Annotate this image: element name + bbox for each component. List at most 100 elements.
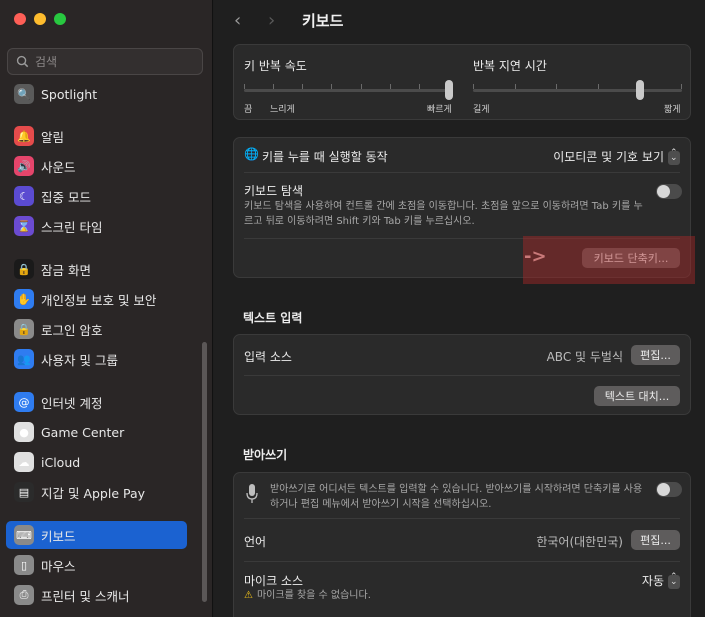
- sidebar-item-11[interactable]: ☁ iCloud: [6, 448, 187, 476]
- sidebar-item-label: 잠금 화면: [41, 262, 91, 278]
- sidebar-item-5[interactable]: 🔒 잠금 화면: [6, 255, 187, 283]
- key-repeat-min-label: 끔: [244, 105, 253, 115]
- fn-key-label: 키를 누를 때 실행할 동작: [262, 150, 388, 164]
- users-icon: 👥: [14, 349, 34, 369]
- minimize-window-button[interactable]: [34, 13, 46, 25]
- text-replacements-button[interactable]: 텍스트 대치...: [594, 386, 680, 406]
- wallet-icon: ▤: [14, 482, 34, 502]
- key-repeat-ticks: [244, 84, 449, 89]
- popup-stepper-icon: [668, 148, 680, 165]
- language-value: 한국어(대한민국): [536, 535, 623, 549]
- microphone-icon: [246, 484, 258, 503]
- sidebar-item-label: 개인정보 보호 및 보안: [41, 292, 157, 308]
- input-sources-label: 입력 소스: [244, 350, 292, 364]
- repeat-delay-ticks: [473, 84, 682, 89]
- game-center-icon: ●: [14, 422, 34, 442]
- sidebar-item-7[interactable]: 🔒 로그인 암호: [6, 315, 187, 343]
- text-input-card: 입력 소스 ABC 및 두벌식 편집... 텍스트 대치...: [233, 334, 691, 415]
- sidebar-item-label: 스크린 타임: [41, 219, 103, 235]
- sidebar-item-14[interactable]: ▯ 마우스: [6, 551, 187, 579]
- sidebar-item-1[interactable]: 🔔 알림: [6, 122, 187, 150]
- text-input-section-title: 텍스트 입력: [243, 311, 303, 325]
- keyboard-nav-toggle[interactable]: [656, 184, 682, 199]
- highlight-overlay: [523, 236, 695, 284]
- hourglass-icon: ⌛: [14, 216, 34, 236]
- at-icon: @: [14, 392, 34, 412]
- sidebar-item-9[interactable]: @ 인터넷 계정: [6, 388, 187, 416]
- divider: [244, 375, 680, 376]
- language-label: 언어: [244, 535, 267, 549]
- divider: [244, 561, 680, 562]
- sidebar-item-0[interactable]: 🔍 Spotlight: [6, 80, 187, 108]
- fn-key-popup[interactable]: 이모티콘 및 기호 보기: [553, 148, 680, 165]
- language-edit-button[interactable]: 편집...: [631, 530, 680, 550]
- close-window-button[interactable]: [14, 13, 26, 25]
- sidebar-item-label: 집중 모드: [41, 189, 91, 205]
- warning-icon: ⚠: [244, 590, 253, 601]
- sidebar-item-label: 인터넷 계정: [41, 395, 103, 411]
- keyboard-icon: ⌨: [14, 525, 34, 545]
- sidebar-item-6[interactable]: ✋ 개인정보 보호 및 보안: [6, 285, 187, 313]
- window-controls: [14, 13, 66, 25]
- sidebar-item-12[interactable]: ▤ 지갑 및 Apple Pay: [6, 478, 187, 506]
- key-repeat-slider-track[interactable]: [244, 89, 449, 92]
- search-icon: [16, 55, 29, 68]
- input-sources-edit-button[interactable]: 편집...: [631, 345, 680, 365]
- mic-source-value: 자동: [641, 574, 664, 588]
- key-repeat-card: 키 반복 속도 반복 지연 시간 끔 느리게 빠르게 길게 짧게: [233, 44, 691, 120]
- sidebar-item-13[interactable]: ⌨ 키보드: [6, 521, 187, 549]
- sidebar-item-10[interactable]: ● Game Center: [6, 418, 187, 446]
- sidebar-item-4[interactable]: ⌛ 스크린 타임: [6, 212, 187, 240]
- divider: [244, 172, 680, 173]
- divider: [244, 518, 680, 519]
- key-repeat-slow-label: 느리게: [270, 105, 295, 115]
- key-repeat-fast-label: 빠르게: [427, 105, 452, 115]
- sidebar-item-3[interactable]: ☾ 집중 모드: [6, 182, 187, 210]
- hand-icon: ✋: [14, 289, 34, 309]
- dictation-toggle[interactable]: [656, 482, 682, 497]
- sidebar-item-label: 마우스: [41, 558, 76, 574]
- dictation-section-title: 받아쓰기: [243, 448, 288, 462]
- magnifier-icon: 🔍: [14, 84, 34, 104]
- sidebar-item-label: 사운드: [41, 159, 76, 175]
- lock-icon: 🔒: [14, 319, 34, 339]
- sidebar-item-15[interactable]: ⎙ 프린터 및 스캐너: [6, 581, 187, 609]
- repeat-delay-slider-knob[interactable]: [636, 80, 645, 100]
- mouse-icon: ▯: [14, 555, 34, 575]
- sidebar: 🔍 Spotlight 🔔 알림 🔊 사운드 ☾ 집중 모드 ⌛ 스크린 타임 🔒 잠금 화면 ✋ 개인정…: [0, 0, 213, 617]
- repeat-delay-long-label: 길게: [473, 105, 490, 115]
- input-sources-value: ABC 및 두벌식: [546, 350, 623, 364]
- back-button[interactable]: ‹: [234, 10, 268, 31]
- sidebar-item-label: 로그인 암호: [41, 322, 103, 338]
- moon-icon: ☾: [14, 186, 34, 206]
- globe-icon: 🌐: [244, 147, 259, 161]
- sidebar-search[interactable]: [7, 48, 203, 75]
- toolbar: ‹ › 키보드: [214, 0, 705, 40]
- forward-button[interactable]: ›: [268, 10, 302, 31]
- sidebar-item-8[interactable]: 👥 사용자 및 그룹: [6, 345, 187, 373]
- fn-key-row: 🌐 키를 누를 때 실행할 동작 이모티콘 및 기호 보기: [234, 146, 690, 166]
- zoom-window-button[interactable]: [54, 13, 66, 25]
- sidebar-item-label: Spotlight: [41, 86, 98, 102]
- sidebar-item-label: 프린터 및 스캐너: [41, 588, 130, 604]
- dictation-card: 받아쓰기로 어디서든 텍스트를 입력할 수 있습니다. 받아쓰기를 시작하려면 …: [233, 472, 691, 617]
- repeat-delay-label: 반복 지연 시간: [473, 59, 547, 73]
- key-repeat-slider-knob[interactable]: [445, 80, 453, 100]
- lock-screen-icon: 🔒: [14, 259, 34, 279]
- main-pane: ‹ › 키보드 키 반복 속도 반복 지연 시간 끔 느리게 빠르게 길게 짧게…: [214, 0, 705, 617]
- highlight-arrow: ->: [524, 246, 547, 267]
- sidebar-scrollbar[interactable]: [202, 342, 207, 602]
- printer-icon: ⎙: [14, 585, 34, 605]
- mic-source-popup[interactable]: 자동: [642, 572, 680, 589]
- repeat-delay-slider-track[interactable]: [473, 89, 682, 92]
- bell-icon: 🔔: [14, 126, 34, 146]
- sidebar-item-label: 키보드: [41, 528, 76, 544]
- sidebar-item-label: 사용자 및 그룹: [41, 352, 118, 368]
- sidebar-item-2[interactable]: 🔊 사운드: [6, 152, 187, 180]
- repeat-delay-short-label: 짧게: [664, 105, 681, 115]
- dictation-description: 받아쓰기로 어디서든 텍스트를 입력할 수 있습니다. 받아쓰기를 시작하려면 …: [270, 484, 643, 510]
- search-input[interactable]: [35, 54, 195, 69]
- cloud-icon: ☁: [14, 452, 34, 472]
- popup-stepper-icon: [668, 572, 680, 589]
- keyboard-nav-description: 키보드 탐색을 사용하여 컨트롤 간에 초점을 이동합니다. 초점을 앞으로 이…: [244, 201, 643, 227]
